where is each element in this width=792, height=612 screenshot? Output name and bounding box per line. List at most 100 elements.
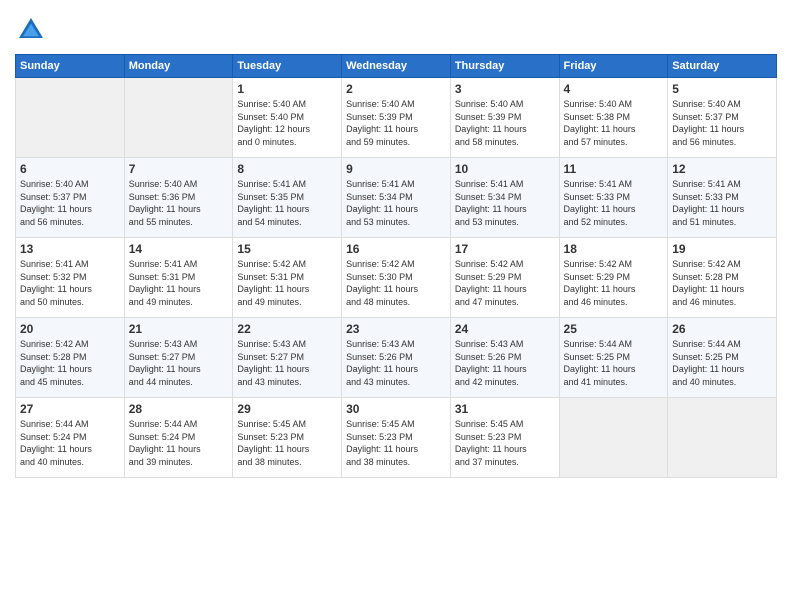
day-info: Sunrise: 5:42 AM Sunset: 5:29 PM Dayligh…	[564, 258, 664, 308]
col-header-sunday: Sunday	[16, 55, 125, 78]
day-info: Sunrise: 5:40 AM Sunset: 5:38 PM Dayligh…	[564, 98, 664, 148]
day-cell-31: 31Sunrise: 5:45 AM Sunset: 5:23 PM Dayli…	[450, 398, 559, 478]
day-cell-21: 21 Sunrise: 5:43 AM Sunset: 5:27 PM Dayli…	[124, 318, 233, 398]
day-info: Sunrise: 5:44 AM Sunset: 5:24 PM Dayligh…	[129, 418, 229, 468]
day-info: Sunrise: 5:41 AM Sunset: 5:34 PM Dayligh…	[346, 178, 446, 228]
empty-cell	[16, 78, 125, 158]
page: SundayMondayTuesdayWednesdayThursdayFrid…	[0, 0, 792, 612]
day-number: 19	[672, 242, 772, 256]
day-info: Sunrise: 5:42 AM Sunset: 5:31 PM Dayligh…	[237, 258, 337, 308]
day-cell-22: 22 Sunrise: 5:43 AM Sunset: 5:27 PM Dayli…	[233, 318, 342, 398]
day-cell-30: 30Sunrise: 5:45 AM Sunset: 5:23 PM Dayli…	[342, 398, 451, 478]
col-header-monday: Monday	[124, 55, 233, 78]
day-info: Sunrise: 5:41 AM Sunset: 5:33 PM Dayligh…	[672, 178, 772, 228]
day-cell-24: 24 Sunrise: 5:43 AM Sunset: 5:26 PM Dayli…	[450, 318, 559, 398]
day-info: Sunrise: 5:44 AM Sunset: 5:25 PM Dayligh…	[564, 338, 664, 388]
day-number: 27	[20, 402, 120, 416]
day-cell-28: 28 Sunrise: 5:44 AM Sunset: 5:24 PM Dayli…	[124, 398, 233, 478]
day-number: 23	[346, 322, 446, 336]
day-number: 22	[237, 322, 337, 336]
day-cell-27: 27 Sunrise: 5:44 AM Sunset: 5:24 PM Dayli…	[16, 398, 125, 478]
day-info: Sunrise: 5:41 AM Sunset: 5:34 PM Dayligh…	[455, 178, 555, 228]
day-info: Sunrise: 5:41 AM Sunset: 5:32 PM Dayligh…	[20, 258, 120, 308]
day-info: Sunrise: 5:43 AM Sunset: 5:27 PM Dayligh…	[237, 338, 337, 388]
week-row-5: 27 Sunrise: 5:44 AM Sunset: 5:24 PM Dayli…	[16, 398, 777, 478]
day-cell-14: 14Sunrise: 5:41 AM Sunset: 5:31 PM Dayli…	[124, 238, 233, 318]
day-cell-19: 19 Sunrise: 5:42 AM Sunset: 5:28 PM Dayli…	[668, 238, 777, 318]
day-number: 13	[20, 242, 120, 256]
day-info: Sunrise: 5:40 AM Sunset: 5:39 PM Dayligh…	[346, 98, 446, 148]
day-cell-17: 17 Sunrise: 5:42 AM Sunset: 5:29 PM Dayli…	[450, 238, 559, 318]
day-info: Sunrise: 5:42 AM Sunset: 5:28 PM Dayligh…	[672, 258, 772, 308]
day-info: Sunrise: 5:44 AM Sunset: 5:24 PM Dayligh…	[20, 418, 120, 468]
day-cell-6: 6 Sunrise: 5:40 AM Sunset: 5:37 PM Daylig…	[16, 158, 125, 238]
day-number: 16	[346, 242, 446, 256]
day-info: Sunrise: 5:45 AM Sunset: 5:23 PM Dayligh…	[346, 418, 446, 468]
header-row: SundayMondayTuesdayWednesdayThursdayFrid…	[16, 55, 777, 78]
day-cell-20: 20 Sunrise: 5:42 AM Sunset: 5:28 PM Dayli…	[16, 318, 125, 398]
day-info: Sunrise: 5:43 AM Sunset: 5:27 PM Dayligh…	[129, 338, 229, 388]
week-row-1: 1 Sunrise: 5:40 AM Sunset: 5:40 PM Daylig…	[16, 78, 777, 158]
day-number: 8	[237, 162, 337, 176]
day-info: Sunrise: 5:42 AM Sunset: 5:30 PM Dayligh…	[346, 258, 446, 308]
day-number: 10	[455, 162, 555, 176]
day-cell-9: 9 Sunrise: 5:41 AM Sunset: 5:34 PM Daylig…	[342, 158, 451, 238]
day-number: 18	[564, 242, 664, 256]
day-number: 29	[237, 402, 337, 416]
col-header-saturday: Saturday	[668, 55, 777, 78]
day-number: 7	[129, 162, 229, 176]
day-number: 12	[672, 162, 772, 176]
day-cell-18: 18 Sunrise: 5:42 AM Sunset: 5:29 PM Dayli…	[559, 238, 668, 318]
day-info: Sunrise: 5:40 AM Sunset: 5:40 PM Dayligh…	[237, 98, 337, 148]
day-cell-2: 2 Sunrise: 5:40 AM Sunset: 5:39 PM Daylig…	[342, 78, 451, 158]
day-info: Sunrise: 5:40 AM Sunset: 5:36 PM Dayligh…	[129, 178, 229, 228]
logo-icon	[15, 14, 47, 46]
day-info: Sunrise: 5:41 AM Sunset: 5:33 PM Dayligh…	[564, 178, 664, 228]
day-info: Sunrise: 5:44 AM Sunset: 5:25 PM Dayligh…	[672, 338, 772, 388]
empty-cell	[559, 398, 668, 478]
day-number: 25	[564, 322, 664, 336]
day-cell-13: 13 Sunrise: 5:41 AM Sunset: 5:32 PM Dayli…	[16, 238, 125, 318]
day-number: 17	[455, 242, 555, 256]
header	[15, 10, 777, 46]
col-header-friday: Friday	[559, 55, 668, 78]
col-header-thursday: Thursday	[450, 55, 559, 78]
calendar-table: SundayMondayTuesdayWednesdayThursdayFrid…	[15, 54, 777, 478]
day-info: Sunrise: 5:43 AM Sunset: 5:26 PM Dayligh…	[455, 338, 555, 388]
day-cell-3: 3Sunrise: 5:40 AM Sunset: 5:39 PM Daylig…	[450, 78, 559, 158]
day-number: 24	[455, 322, 555, 336]
day-info: Sunrise: 5:43 AM Sunset: 5:26 PM Dayligh…	[346, 338, 446, 388]
day-number: 15	[237, 242, 337, 256]
col-header-wednesday: Wednesday	[342, 55, 451, 78]
day-info: Sunrise: 5:41 AM Sunset: 5:35 PM Dayligh…	[237, 178, 337, 228]
day-cell-7: 7 Sunrise: 5:40 AM Sunset: 5:36 PM Daylig…	[124, 158, 233, 238]
day-cell-8: 8 Sunrise: 5:41 AM Sunset: 5:35 PM Daylig…	[233, 158, 342, 238]
day-number: 1	[237, 82, 337, 96]
day-number: 20	[20, 322, 120, 336]
day-number: 5	[672, 82, 772, 96]
day-number: 9	[346, 162, 446, 176]
week-row-3: 13 Sunrise: 5:41 AM Sunset: 5:32 PM Dayli…	[16, 238, 777, 318]
day-cell-11: 11 Sunrise: 5:41 AM Sunset: 5:33 PM Dayli…	[559, 158, 668, 238]
week-row-2: 6 Sunrise: 5:40 AM Sunset: 5:37 PM Daylig…	[16, 158, 777, 238]
empty-cell	[124, 78, 233, 158]
col-header-tuesday: Tuesday	[233, 55, 342, 78]
day-number: 6	[20, 162, 120, 176]
day-number: 28	[129, 402, 229, 416]
day-number: 21	[129, 322, 229, 336]
day-cell-5: 5Sunrise: 5:40 AM Sunset: 5:37 PM Daylig…	[668, 78, 777, 158]
day-info: Sunrise: 5:40 AM Sunset: 5:39 PM Dayligh…	[455, 98, 555, 148]
day-number: 4	[564, 82, 664, 96]
empty-cell	[668, 398, 777, 478]
day-info: Sunrise: 5:42 AM Sunset: 5:29 PM Dayligh…	[455, 258, 555, 308]
day-cell-12: 12 Sunrise: 5:41 AM Sunset: 5:33 PM Dayli…	[668, 158, 777, 238]
day-cell-4: 4 Sunrise: 5:40 AM Sunset: 5:38 PM Daylig…	[559, 78, 668, 158]
day-info: Sunrise: 5:42 AM Sunset: 5:28 PM Dayligh…	[20, 338, 120, 388]
day-number: 2	[346, 82, 446, 96]
day-cell-29: 29 Sunrise: 5:45 AM Sunset: 5:23 PM Dayli…	[233, 398, 342, 478]
day-info: Sunrise: 5:45 AM Sunset: 5:23 PM Dayligh…	[455, 418, 555, 468]
day-number: 11	[564, 162, 664, 176]
day-cell-16: 16 Sunrise: 5:42 AM Sunset: 5:30 PM Dayli…	[342, 238, 451, 318]
day-info: Sunrise: 5:45 AM Sunset: 5:23 PM Dayligh…	[237, 418, 337, 468]
day-info: Sunrise: 5:40 AM Sunset: 5:37 PM Dayligh…	[20, 178, 120, 228]
